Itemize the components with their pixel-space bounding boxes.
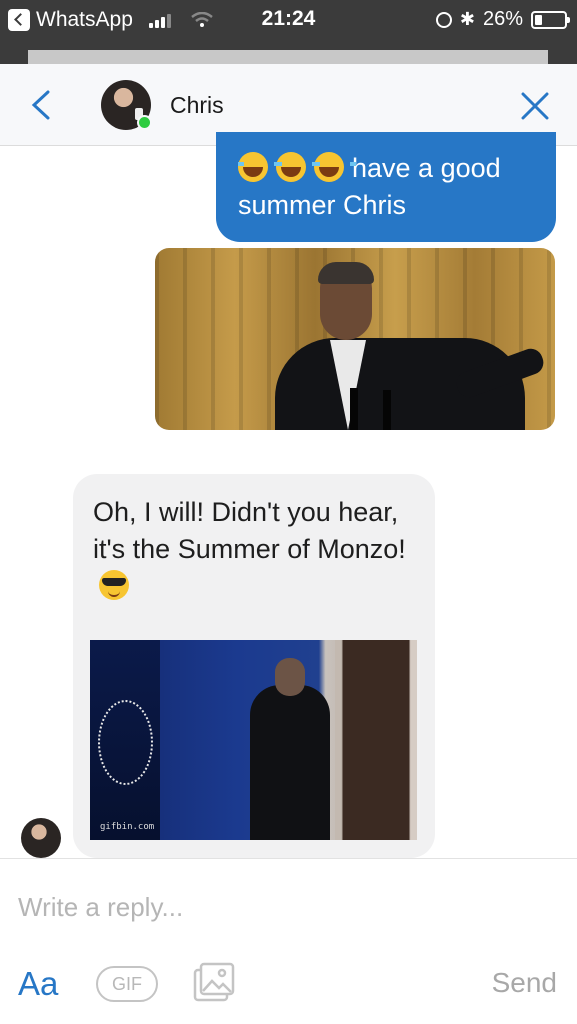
incoming-message-text: Oh, I will! Didn't you hear, it's the Su… [93, 497, 406, 564]
status-indicators: ✱ 26% [435, 8, 570, 31]
alarm-icon [435, 11, 452, 28]
reply-input[interactable] [18, 887, 558, 927]
status-bar: WhatsApp 21:24 ✱ 26% [0, 0, 577, 38]
gif-watermark: gifbin.com [100, 822, 155, 832]
laughing-emoji-icon [238, 152, 280, 182]
outgoing-gif[interactable] [155, 248, 555, 430]
battery-icon [531, 10, 570, 29]
laughing-emoji-icon [314, 152, 356, 182]
incoming-message[interactable]: Oh, I will! Didn't you hear, it's the Su… [73, 474, 435, 858]
battery-percent: 26% [482, 8, 523, 30]
send-button[interactable]: Send [492, 967, 557, 999]
text-format-button[interactable]: Aa [18, 965, 58, 1003]
incoming-gif[interactable]: gifbin.com [90, 640, 417, 840]
close-icon[interactable] [521, 92, 549, 120]
incoming-message-body: Oh, I will! Didn't you hear, it's the Su… [93, 494, 423, 605]
composer: Aa GIF Send [0, 858, 577, 1024]
outgoing-message[interactable]: have a good summer Chris [216, 132, 556, 242]
sunglasses-emoji-icon [99, 570, 129, 600]
sender-avatar [21, 818, 61, 858]
gif-button[interactable]: GIF [96, 966, 158, 1002]
online-indicator [137, 115, 152, 130]
contact-name[interactable]: Chris [170, 92, 224, 119]
bluetooth-icon: ✱ [459, 9, 475, 29]
loading-strip [0, 38, 577, 64]
laughing-emoji-icon [276, 152, 318, 182]
photo-icon[interactable] [192, 961, 236, 1005]
back-chevron-icon[interactable] [30, 90, 52, 120]
